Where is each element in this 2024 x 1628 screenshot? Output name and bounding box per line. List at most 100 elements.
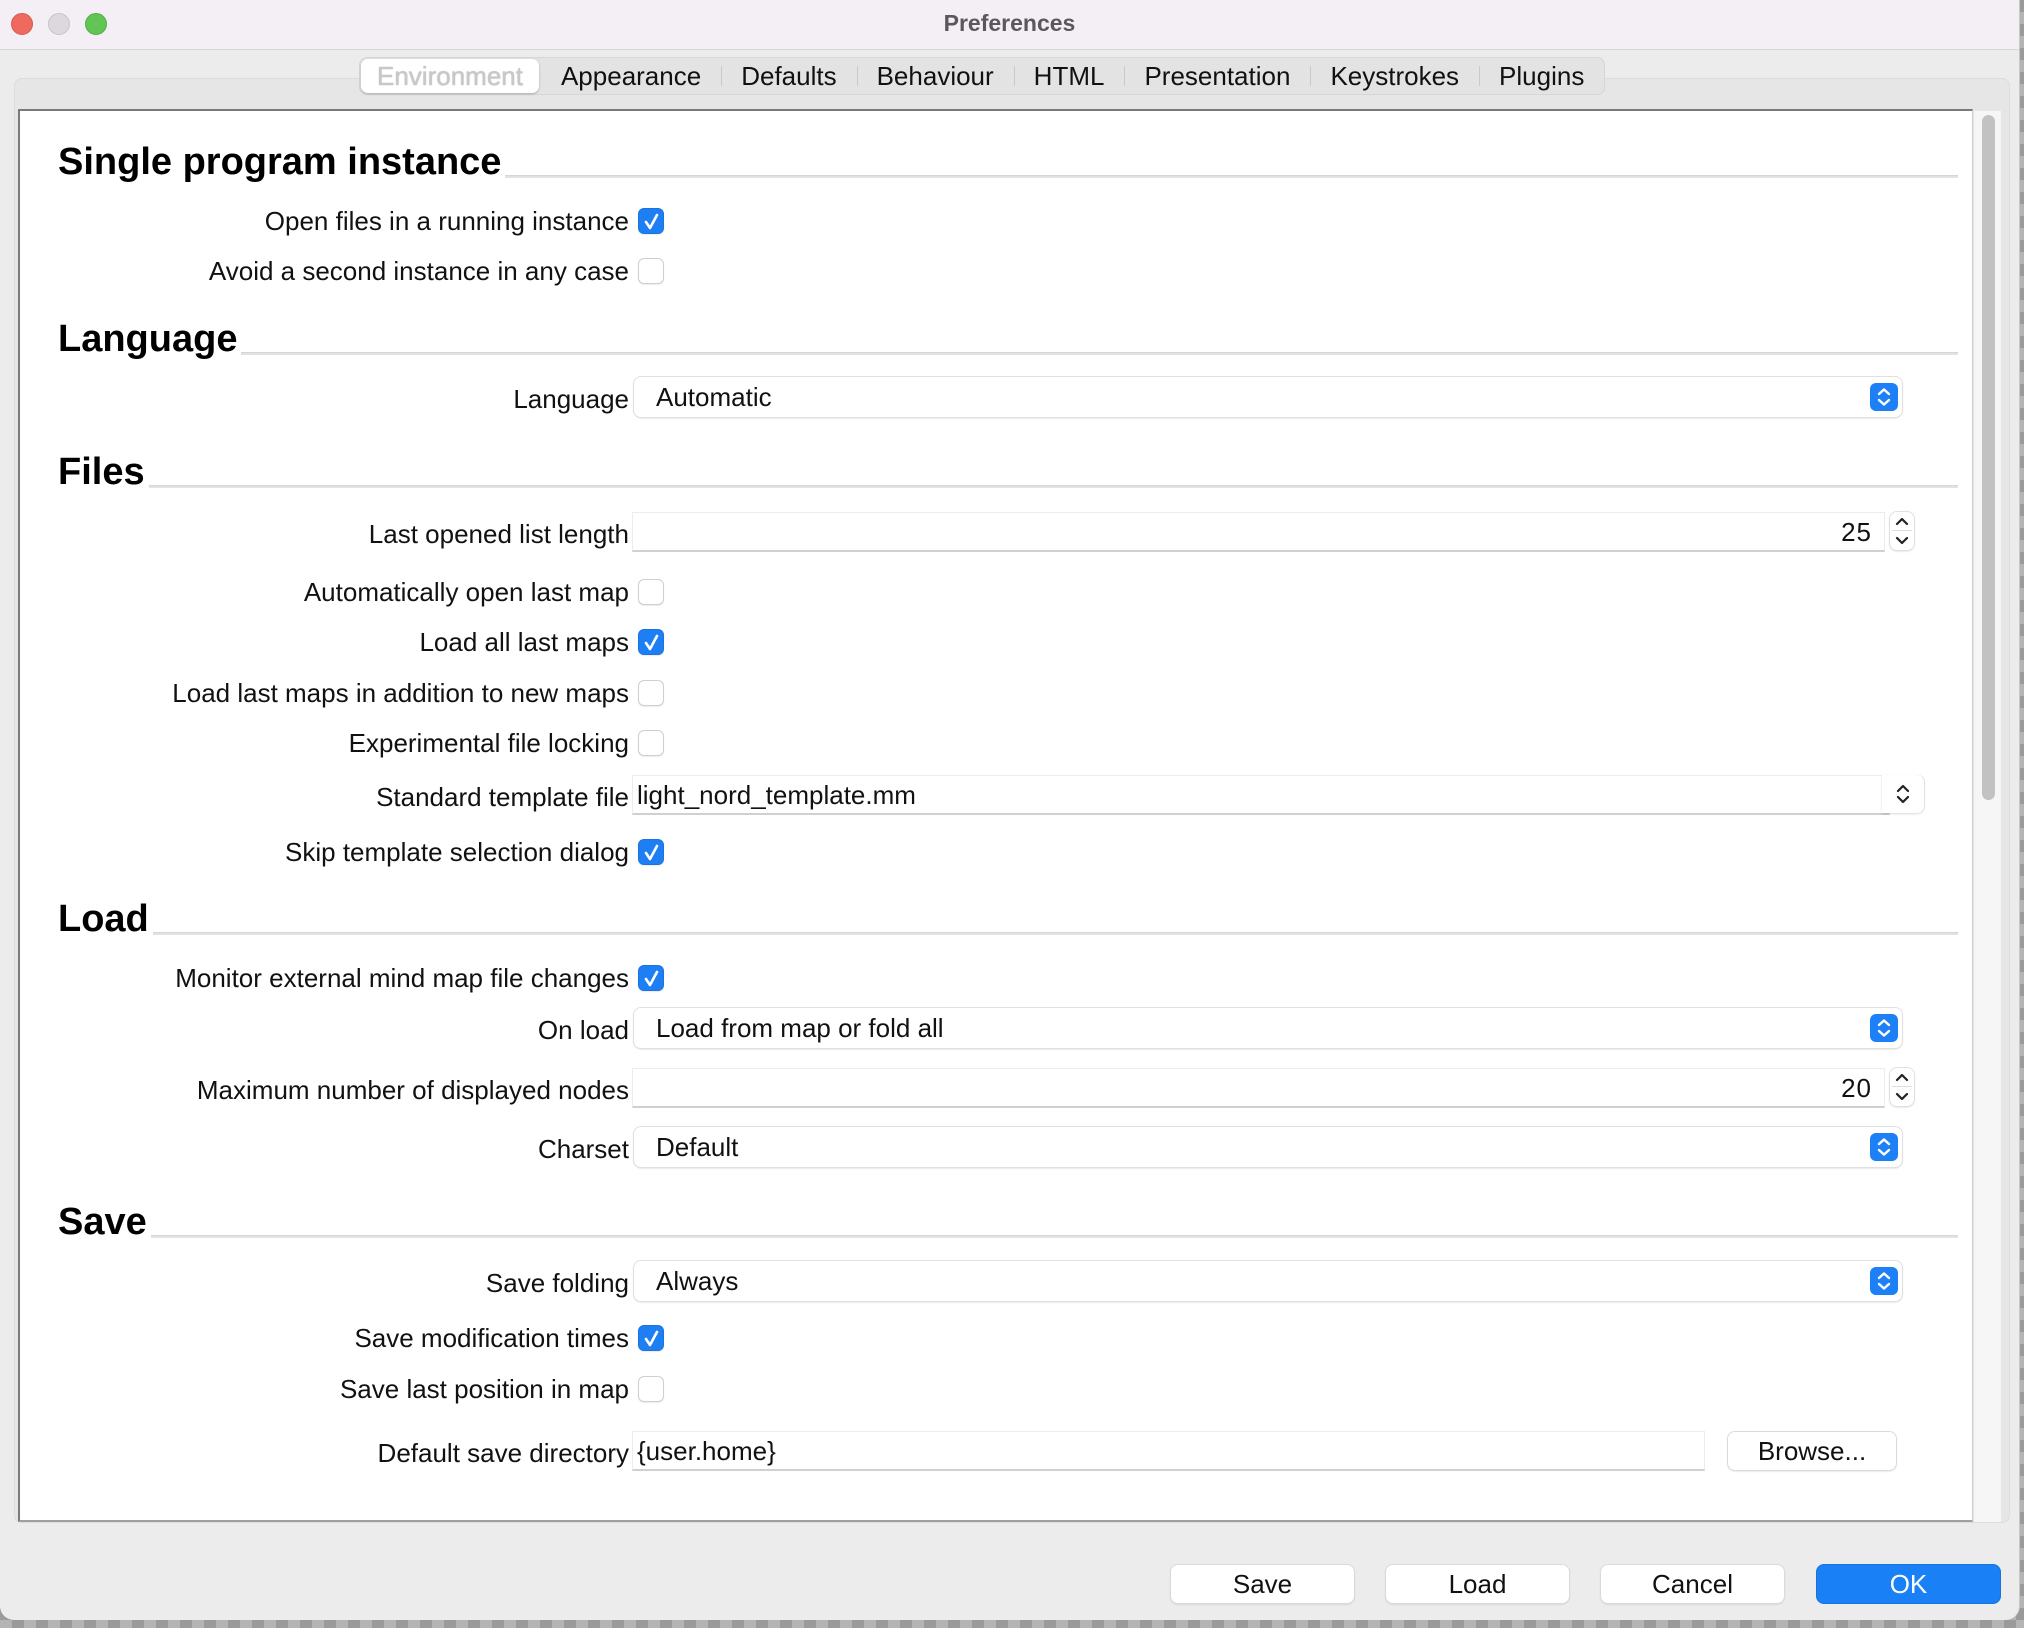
chevron-up-down-icon xyxy=(1870,1014,1898,1042)
section-heading-language: Language xyxy=(58,318,1958,361)
title-bar: Preferences xyxy=(0,0,2019,50)
avoid-second-instance-checkbox[interactable] xyxy=(638,258,664,284)
auto-open-last-checkbox[interactable] xyxy=(638,579,664,605)
section-title: Load xyxy=(58,898,149,940)
window-title: Preferences xyxy=(943,10,1076,36)
save-last-position-label: Save last position in map xyxy=(339,1374,629,1404)
tab-presentation[interactable]: Presentation xyxy=(1124,57,1310,95)
save-button[interactable]: Save xyxy=(1171,1565,1354,1603)
standard-template-label: Standard template file xyxy=(376,782,629,812)
preferences-content: Single program instance Open files in a … xyxy=(18,109,1973,1522)
row-on-load: On load Load from map or fold all xyxy=(20,1008,1970,1052)
checkmark-icon xyxy=(644,213,659,230)
cancel-button[interactable]: Cancel xyxy=(1601,1565,1784,1603)
language-select[interactable]: Automatic xyxy=(634,377,1902,417)
standard-template-dropdown[interactable] xyxy=(1882,775,1924,813)
max-nodes-input[interactable]: 20 xyxy=(632,1068,1885,1108)
tab-environment[interactable]: Environment xyxy=(361,59,539,93)
chevron-up-down-icon xyxy=(1870,1267,1898,1295)
tab-html[interactable]: HTML xyxy=(1013,57,1125,95)
ok-button[interactable]: OK xyxy=(1817,1565,2000,1603)
section-heading-load: Load xyxy=(58,898,1958,941)
row-avoid-second-instance: Avoid a second instance in any case xyxy=(20,249,1970,293)
row-charset: Charset Default xyxy=(20,1127,1970,1171)
save-folding-select-value: Always xyxy=(656,1266,739,1296)
load-last-addition-label: Load last maps in addition to new maps xyxy=(172,678,629,708)
checkmark-icon xyxy=(644,1330,659,1347)
row-open-files-running: Open files in a running instance xyxy=(20,199,1970,243)
section-divider xyxy=(241,352,1958,355)
open-files-running-checkbox[interactable] xyxy=(638,208,664,234)
experimental-locking-checkbox[interactable] xyxy=(638,730,664,756)
monitor-changes-checkbox[interactable] xyxy=(638,965,664,991)
skip-template-dialog-checkbox[interactable] xyxy=(638,839,664,865)
charset-label: Charset xyxy=(537,1134,629,1164)
on-load-select[interactable]: Load from map or fold all xyxy=(634,1008,1902,1048)
language-select-value: Automatic xyxy=(656,382,772,412)
section-title: Files xyxy=(58,451,145,493)
tab-defaults[interactable]: Defaults xyxy=(721,57,856,95)
default-save-dir-input[interactable]: {user.home} xyxy=(632,1431,1705,1471)
row-default-save-dir: Default save directory {user.home} Brows… xyxy=(20,1431,1970,1475)
row-monitor-changes: Monitor external mind map file changes xyxy=(20,956,1970,1000)
max-nodes-stepper[interactable] xyxy=(1890,1068,1914,1106)
monitor-changes-label: Monitor external mind map file changes xyxy=(175,963,629,993)
scrollbar-thumb[interactable] xyxy=(1982,115,1995,800)
stepper-arrows-icon xyxy=(1895,1073,1909,1101)
load-last-addition-checkbox[interactable] xyxy=(638,680,664,706)
row-max-nodes: Maximum number of displayed nodes 20 xyxy=(20,1068,1970,1112)
stepper-divider xyxy=(1892,530,1912,531)
language-label: Language xyxy=(513,384,629,414)
row-load-last-addition: Load last maps in addition to new maps xyxy=(20,671,1970,715)
last-opened-length-stepper[interactable] xyxy=(1890,512,1914,550)
row-language: Language Automatic xyxy=(20,377,1970,421)
save-mod-times-checkbox[interactable] xyxy=(638,1325,664,1351)
section-divider xyxy=(150,1235,1958,1238)
charset-select[interactable]: Default xyxy=(634,1127,1902,1167)
chevron-up-down-icon xyxy=(1870,1133,1898,1161)
skip-template-dialog-label: Skip template selection dialog xyxy=(285,837,629,867)
max-nodes-label: Maximum number of displayed nodes xyxy=(196,1075,629,1105)
checkmark-icon xyxy=(644,970,659,987)
row-last-opened-length: Last opened list length 25 xyxy=(20,512,1970,556)
section-title: Single program instance xyxy=(58,141,502,183)
browse-button[interactable]: Browse... xyxy=(1728,1432,1896,1470)
charset-select-value: Default xyxy=(656,1132,739,1162)
last-opened-length-input[interactable]: 25 xyxy=(632,512,1885,552)
save-last-position-checkbox[interactable] xyxy=(638,1376,664,1402)
stepper-arrows-icon xyxy=(1895,517,1909,545)
section-heading-files: Files xyxy=(58,451,1958,494)
stepper-divider xyxy=(1892,1086,1912,1087)
experimental-locking-label: Experimental file locking xyxy=(348,728,629,758)
tab-appearance[interactable]: Appearance xyxy=(541,57,721,95)
standard-template-input[interactable]: light_nord_template.mm xyxy=(632,775,1890,815)
last-opened-length-label: Last opened list length xyxy=(368,519,629,549)
row-auto-open-last: Automatically open last map xyxy=(20,570,1970,614)
section-heading-single-instance: Single program instance xyxy=(58,141,1958,184)
row-save-last-position: Save last position in map xyxy=(20,1367,1970,1411)
vertical-scrollbar[interactable] xyxy=(1973,111,2001,1522)
save-folding-label: Save folding xyxy=(485,1268,629,1298)
row-save-folding: Save folding Always xyxy=(20,1261,1970,1305)
section-divider xyxy=(505,175,1958,178)
tab-plugins[interactable]: Plugins xyxy=(1479,57,1604,95)
save-mod-times-label: Save modification times xyxy=(354,1323,629,1353)
tab-behaviour[interactable]: Behaviour xyxy=(856,57,1014,95)
section-divider xyxy=(148,485,1958,488)
on-load-label: On load xyxy=(537,1015,629,1045)
row-load-all-last: Load all last maps xyxy=(20,620,1970,664)
on-load-select-value: Load from map or fold all xyxy=(656,1013,944,1043)
open-files-running-label: Open files in a running instance xyxy=(264,206,629,236)
tab-keystrokes[interactable]: Keystrokes xyxy=(1310,57,1479,95)
load-all-last-label: Load all last maps xyxy=(419,627,629,657)
row-skip-template-dialog: Skip template selection dialog xyxy=(20,830,1970,874)
load-button[interactable]: Load xyxy=(1386,1565,1569,1603)
chevron-up-down-icon xyxy=(1870,383,1898,411)
save-folding-select[interactable]: Always xyxy=(634,1261,1902,1301)
row-standard-template: Standard template file light_nord_templa… xyxy=(20,775,1970,819)
auto-open-last-label: Automatically open last map xyxy=(303,577,629,607)
section-divider xyxy=(152,932,1958,935)
section-title: Language xyxy=(58,318,238,360)
avoid-second-instance-label: Avoid a second instance in any case xyxy=(208,256,629,286)
load-all-last-checkbox[interactable] xyxy=(638,629,664,655)
